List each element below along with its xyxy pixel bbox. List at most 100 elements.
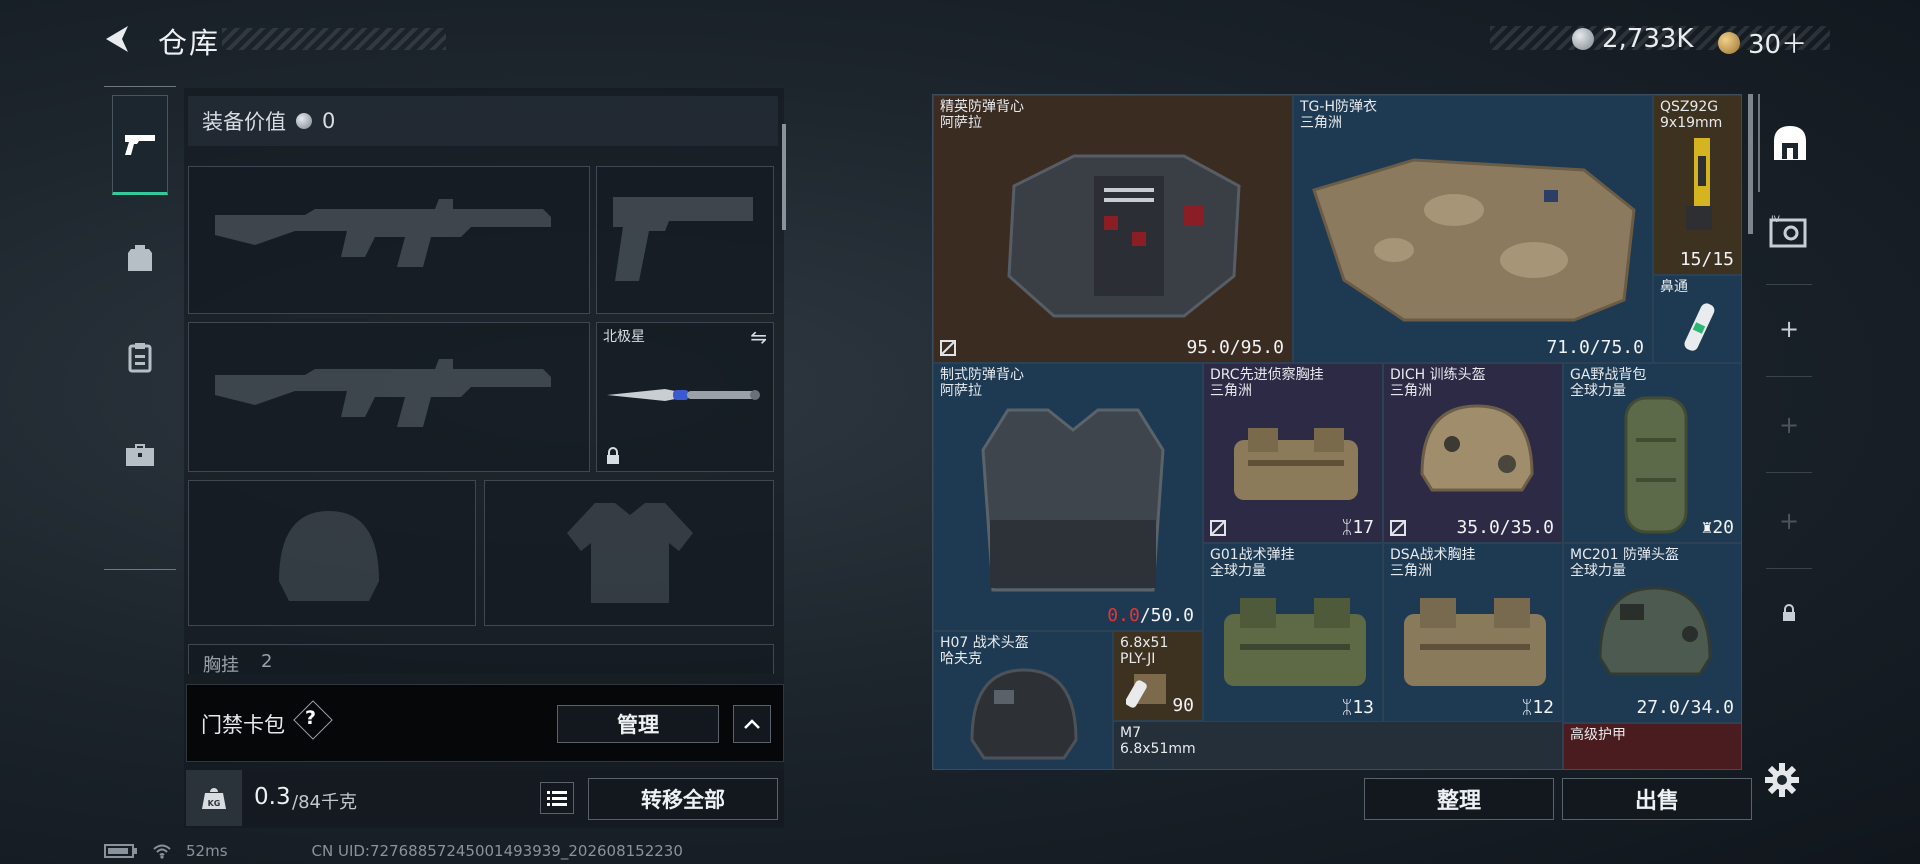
tab-case[interactable] bbox=[112, 405, 168, 505]
item-dsa-rig[interactable]: DSA战术胸挂 三角洲 ᛯ12 bbox=[1383, 543, 1563, 723]
add-stash-disabled: + bbox=[1758, 496, 1820, 546]
pistol-slot[interactable] bbox=[596, 166, 774, 314]
expand-button[interactable] bbox=[733, 705, 771, 743]
item-tgh-armor[interactable]: TG-H防弹衣 三角洲 71.0/75.0 bbox=[1293, 95, 1653, 363]
sell-label: 出售 bbox=[1634, 789, 1679, 814]
tab-equipment[interactable] bbox=[112, 207, 168, 307]
ammo-count: 15/15 bbox=[1679, 249, 1734, 270]
manage-button[interactable]: 管理 bbox=[557, 705, 719, 743]
item-nasal[interactable]: 鼻通 bbox=[1653, 275, 1741, 363]
item-name: GA野战背包 bbox=[1570, 367, 1647, 383]
stash-tab-main[interactable] bbox=[1758, 94, 1820, 192]
item-origin: 三角洲 bbox=[1210, 383, 1252, 399]
secondary-weapon-slot[interactable] bbox=[188, 322, 590, 472]
swap-icon[interactable]: ⇋ bbox=[750, 325, 767, 349]
rig-icon: ᛯ bbox=[1341, 697, 1353, 718]
durability-current: 0.0 bbox=[1107, 605, 1140, 626]
plus-icon: + bbox=[1778, 315, 1800, 343]
vest-image-icon bbox=[981, 408, 1165, 592]
item-g01-rig[interactable]: G01战术弹挂 全球力量 ᛯ13 bbox=[1203, 543, 1383, 723]
pistol-silhouette-icon bbox=[613, 197, 753, 281]
inhaler-image-icon bbox=[1684, 303, 1715, 351]
stash-grid: 精英防弹背心 阿萨拉 95.0/95.0 TG-H防弹衣 三角洲 71.0/75… bbox=[932, 94, 1742, 770]
svg-text:IV: IV bbox=[1771, 215, 1781, 225]
item-name: TG-H防弹衣 bbox=[1300, 99, 1377, 115]
item-adv-armor[interactable]: 高级护甲 bbox=[1563, 723, 1741, 769]
primary-weapon-slot[interactable] bbox=[188, 166, 590, 314]
equipment-value-bar: 装备价值 0 bbox=[188, 96, 778, 146]
helmet-silhouette-icon bbox=[279, 511, 379, 601]
item-ammo-type: PLY-JI bbox=[1120, 651, 1156, 667]
section-label: 胸挂 bbox=[203, 655, 239, 676]
no-repair-icon bbox=[1390, 520, 1406, 536]
item-m7[interactable]: M7 6.8x51mm bbox=[1113, 721, 1563, 769]
loadout-scrollbar[interactable] bbox=[782, 124, 786, 230]
pistol-image-icon bbox=[1686, 138, 1712, 230]
melee-slot[interactable]: 北极星 ⇋ bbox=[596, 322, 774, 472]
item-name: 制式防弹背心 bbox=[940, 367, 1024, 383]
backpack-image-icon bbox=[1624, 396, 1688, 534]
chest-rig-section[interactable]: 胸挂 2 bbox=[188, 644, 774, 676]
armor-silhouette-icon bbox=[567, 503, 693, 603]
durability: 95.0/95.0 bbox=[1186, 337, 1284, 358]
category-tabs bbox=[104, 86, 176, 570]
weight-icon-box: KG bbox=[186, 770, 242, 826]
page-title: 仓库 bbox=[158, 26, 221, 60]
stash-tab-iv[interactable]: IV bbox=[1758, 202, 1820, 262]
item-standard-vest[interactable]: 制式防弹背心 阿萨拉 0.0/50.0 bbox=[933, 363, 1203, 631]
item-drc-rig[interactable]: DRC先进侦察胸挂 三角洲 ᛯ17 bbox=[1203, 363, 1383, 543]
locked-stash bbox=[1758, 588, 1820, 638]
item-name: DSA战术胸挂 bbox=[1390, 547, 1476, 563]
ping-value: 52ms bbox=[186, 842, 228, 860]
item-qsz92g[interactable]: QSZ92G 9x19mm 15/15 bbox=[1653, 95, 1741, 275]
plus-icon: + bbox=[1778, 507, 1800, 535]
item-origin: 阿萨拉 bbox=[940, 115, 982, 131]
item-h07[interactable]: H07 战术头盔 哈夫克 bbox=[933, 631, 1113, 769]
capacity-value: 12 bbox=[1532, 697, 1554, 718]
item-origin: 三角洲 bbox=[1390, 563, 1432, 579]
item-ammo-plyn[interactable]: 6.8x51 PLY-JI 90 bbox=[1113, 631, 1203, 721]
title-decoration bbox=[222, 28, 446, 50]
weight-current: 0.3 bbox=[254, 784, 291, 810]
item-ga-pack[interactable]: GA野战背包 全球力量 ♜20 bbox=[1563, 363, 1741, 543]
helmet-image-icon bbox=[1598, 586, 1712, 676]
equipment-value-label: 装备价值 bbox=[202, 110, 286, 134]
settings-button[interactable] bbox=[1764, 762, 1804, 802]
durability: 27.0/34.0 bbox=[1636, 697, 1734, 718]
divider bbox=[1766, 376, 1812, 377]
divider bbox=[1766, 472, 1812, 473]
pistol-icon bbox=[125, 135, 155, 155]
svg-text:KG: KG bbox=[208, 799, 221, 808]
sort-button[interactable]: 整理 bbox=[1364, 778, 1554, 820]
currency-havoc-value: 2,733K bbox=[1602, 24, 1694, 54]
item-dich-helmet[interactable]: DICH 训练头盔 三角洲 35.0/35.0 bbox=[1383, 363, 1563, 543]
currency-premium[interactable]: 30＋ bbox=[1718, 24, 1807, 61]
gear-icon bbox=[1765, 763, 1799, 797]
item-elite-vest[interactable]: 精英防弹背心 阿萨拉 95.0/95.0 bbox=[933, 95, 1293, 363]
tab-weapons[interactable] bbox=[112, 95, 168, 195]
stash-scrollbar[interactable] bbox=[1748, 94, 1753, 234]
item-name: H07 战术头盔 bbox=[940, 635, 1029, 651]
vest-image-icon bbox=[1007, 154, 1241, 318]
coin-icon bbox=[296, 113, 312, 129]
item-name: DICH 训练头盔 bbox=[1390, 367, 1486, 383]
tab-items[interactable] bbox=[112, 307, 168, 407]
chevron-up-icon bbox=[744, 719, 760, 729]
helmet-slot[interactable] bbox=[188, 480, 476, 626]
list-view-button[interactable] bbox=[540, 782, 574, 814]
item-mc201[interactable]: MC201 防弹头盔 全球力量 27.0/34.0 bbox=[1563, 543, 1741, 723]
back-icon[interactable] bbox=[100, 22, 140, 62]
item-origin: 全球力量 bbox=[1210, 563, 1266, 579]
item-name: M7 bbox=[1120, 725, 1141, 741]
add-stash-button[interactable]: + bbox=[1758, 304, 1820, 354]
transfer-all-label: 转移全部 bbox=[641, 788, 725, 812]
item-name: QSZ92G bbox=[1660, 99, 1719, 115]
sell-button[interactable]: 出售 bbox=[1562, 778, 1752, 820]
help-icon[interactable]: ? bbox=[305, 707, 316, 729]
transfer-all-button[interactable]: 转移全部 bbox=[588, 778, 778, 820]
sort-label: 整理 bbox=[1436, 789, 1481, 814]
armor-slot[interactable] bbox=[484, 480, 774, 626]
lock-icon bbox=[607, 447, 619, 464]
melee-slot-name: 北极星 bbox=[603, 329, 645, 345]
ammo-box-icon bbox=[1126, 674, 1166, 708]
